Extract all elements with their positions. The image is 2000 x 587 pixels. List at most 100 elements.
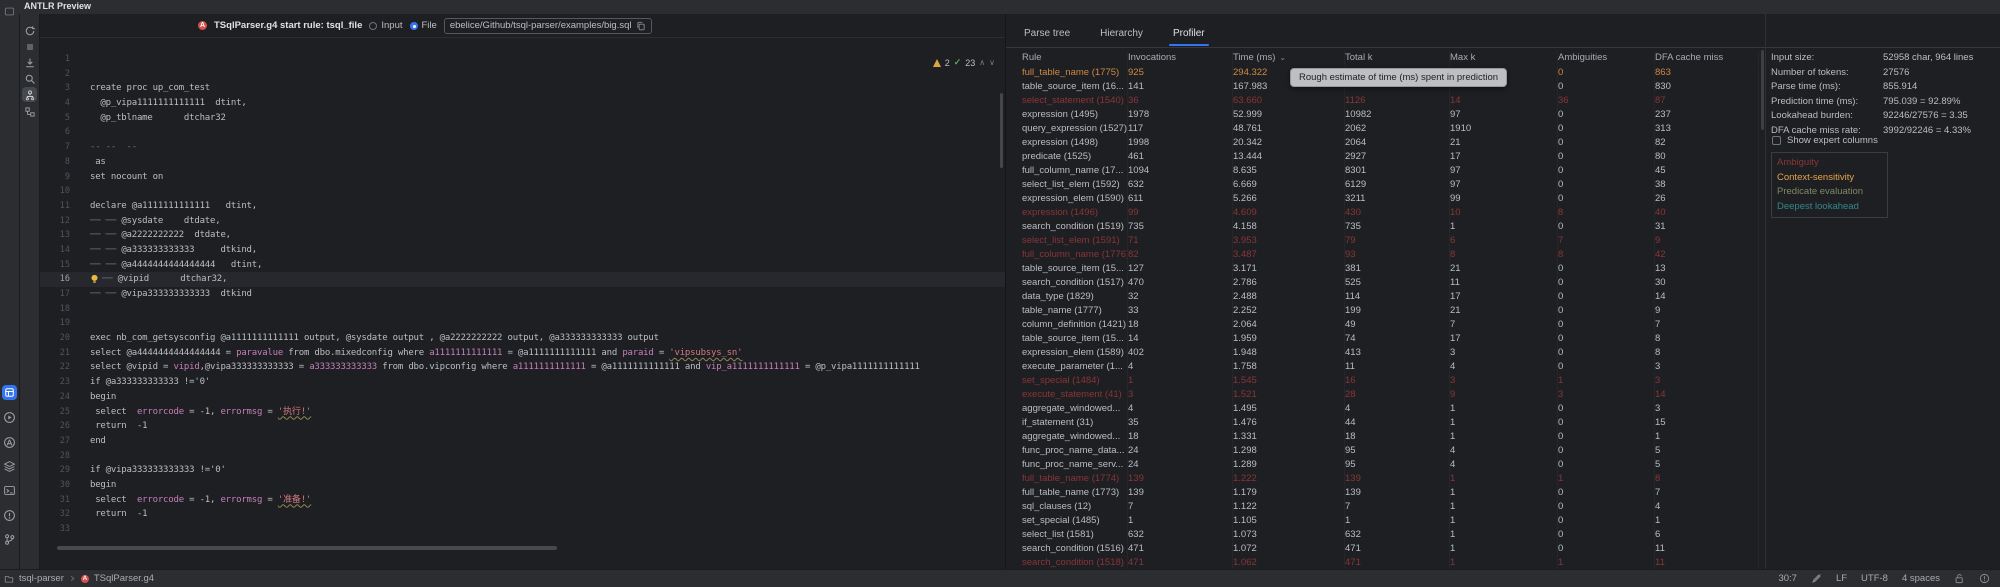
profiler-pane: Parse tree Hierarchy Profiler RuleInvocati… [1006,14,1765,570]
profiler-row[interactable]: select_list_elem (1591)713.95379679 [1006,234,1759,248]
profiler-row[interactable]: expression (1495)197852.99910982970237 [1006,108,1759,122]
profiler-row[interactable]: expression_elem (1590)6115.266321199026 [1006,192,1759,206]
profiler-row[interactable]: column_definition (1421)182.06449707 [1006,318,1759,332]
line-ending[interactable]: LF [1836,573,1847,584]
profiler-row[interactable]: sql_clauses (12)71.1227104 [1006,500,1759,514]
profiler-row[interactable]: search_condition (1517)4702.78652511030 [1006,276,1759,290]
profiler-row[interactable]: search_condition (1519)7354.1587351031 [1006,220,1759,234]
file-radio[interactable]: File [410,20,437,31]
notifications-icon[interactable] [1979,573,1990,584]
column-header-time-ms-[interactable]: Time (ms)⌄ [1233,51,1345,65]
metric-row: Parse time (ms):855.914 [1771,80,1998,95]
hierarchy-icon[interactable] [22,87,37,102]
antlr-tool-icon[interactable] [2,435,17,450]
line-number: 20 [40,331,70,346]
antlr-preview-tool-icon[interactable] [2,385,17,400]
terminal-icon[interactable] [2,483,17,498]
stop-icon[interactable] [22,39,37,54]
column-header-invocations[interactable]: Invocations [1128,51,1233,65]
refresh-icon[interactable] [22,23,37,38]
profiler-row[interactable]: aggregate_windowed...181.33118101 [1006,430,1759,444]
line-text: if @a333333333333 !='0' [70,375,210,390]
profiler-row[interactable]: execute_statement (41)31.521289314 [1006,388,1759,402]
profiler-row[interactable]: set_special (1485)11.1051101 [1006,514,1759,528]
panel-title-bar: ANTLR Preview [0,0,2000,15]
code-line: 24begin [40,390,1005,405]
profiler-row[interactable]: data_type (1829)322.48811417014 [1006,290,1759,304]
profiler-row[interactable]: if_statement (31)351.476441015 [1006,416,1759,430]
breadcrumb-project[interactable]: tsql-parser [19,573,64,584]
code-line: 29if @vipa333333333333 !='0' [40,463,1005,478]
line-text: if @vipa333333333333 !='0' [70,463,226,478]
code-line: 11declare @a1111111111111 dtint, [40,199,1005,214]
tab-hierarchy[interactable]: Hierarchy [1098,20,1145,46]
project-folder-icon [4,574,14,584]
profiler-row[interactable]: select_list_elem (1592)6326.669612997038 [1006,178,1759,192]
column-header-rule[interactable]: Rule [1022,51,1128,65]
lock-icon[interactable] [1954,573,1965,584]
read-only-icon[interactable] [1811,573,1822,584]
input-radio[interactable]: Input [369,20,402,31]
legend-item: Deepest lookahead [1777,200,1882,215]
profiler-row[interactable]: predicate (1525)46113.444292717080 [1006,150,1759,164]
profiler-row[interactable]: full_table_name (1773)1391.179139107 [1006,486,1759,500]
profiler-row[interactable]: expression (1496)994.60943010840 [1006,206,1759,220]
search-icon[interactable] [22,71,37,86]
profiler-row[interactable]: search_condition (1518)4711.0624711111 [1006,556,1759,570]
profiler-row[interactable]: execute_parameter (1...41.75811403 [1006,360,1759,374]
next-issue-icon[interactable]: ∨ [989,58,995,67]
table-scrollbar[interactable] [1761,50,1764,130]
profiler-row[interactable]: set_special (1484)11.54516313 [1006,374,1759,388]
prev-issue-icon[interactable]: ∧ [979,58,985,67]
horizontal-scrollbar[interactable] [57,546,557,550]
code-line: 4 @p_vipa1111111111111 dtint, [40,96,1005,111]
profiler-row[interactable]: select_list (1581)6321.073632106 [1006,528,1759,542]
inspection-widget[interactable]: 2 ✓ 23 ∧ ∨ [933,57,995,68]
scroll-to-source-icon[interactable] [22,55,37,70]
project-icon[interactable] [2,4,17,19]
profiler-row[interactable]: search_condition (1516)4711.0724711011 [1006,542,1759,556]
profiler-row[interactable]: aggregate_windowed...41.4954103 [1006,402,1759,416]
profiler-row[interactable]: func_proc_name_data...241.29895405 [1006,444,1759,458]
column-header-max-k[interactable]: Max k [1450,51,1558,65]
profiler-row[interactable]: expression (1498)199820.342206421082 [1006,136,1759,150]
profiler-row[interactable]: table_source_item (15...1273.17138121013 [1006,262,1759,276]
profiler-row[interactable]: table_name (1777)332.2521992109 [1006,304,1759,318]
code-line: 30begin [40,478,1005,493]
caret-position[interactable]: 30:7 [1778,573,1797,584]
tab-profiler[interactable]: Profiler [1171,20,1207,46]
profiler-row[interactable]: table_source_item (15...141.959741708 [1006,332,1759,346]
code-line: 1 [40,52,1005,67]
profiler-row[interactable]: select_statement (1540)3663.660112614368… [1006,94,1759,108]
indent-setting[interactable]: 4 spaces [1902,573,1940,584]
file-path-field[interactable]: ebelice/Github/tsql-parser/examples/big.… [444,18,653,34]
line-text: begin [70,478,116,493]
column-header-dfa-cache-miss[interactable]: DFA cache miss [1655,51,1759,65]
breadcrumb-file[interactable]: TSqlParser.g4 [94,573,154,584]
file-encoding[interactable]: UTF-8 [1861,573,1888,584]
profiler-row[interactable]: full_column_name (17...10948.63583019704… [1006,164,1759,178]
sort-arrow-icon: ⌄ [1279,53,1286,62]
profiler-row[interactable]: func_proc_name_serv...241.28995405 [1006,458,1759,472]
line-number: 10 [40,184,70,199]
profiler-row[interactable]: full_table_name (1774)1391.222139118 [1006,472,1759,486]
problems-icon[interactable] [2,508,17,523]
column-header-ambiguities[interactable]: Ambiguities [1558,51,1655,65]
show-expert-columns-checkbox[interactable]: Show expert columns [1772,135,1878,146]
git-branch-icon[interactable] [2,532,17,547]
vertical-scrollbar[interactable] [1000,93,1003,168]
code-editor[interactable]: 123create proc up_com_test4 @p_vipa11111… [40,37,1005,570]
run-icon[interactable] [2,410,17,425]
column-header-total-k[interactable]: Total k [1345,51,1450,65]
checkbox-label: Show expert columns [1787,135,1878,146]
structure-icon[interactable] [22,104,37,119]
profiler-row[interactable]: full_column_name (1776)823.487938842 [1006,248,1759,262]
code-line: 27end [40,434,1005,449]
services-icon[interactable] [2,459,17,474]
editor-pane[interactable]: A TSqlParser.g4 start rule: tsql_file In… [40,14,1005,570]
profiler-row[interactable]: expression_elem (1589)4021.948413308 [1006,346,1759,360]
tab-parse-tree[interactable]: Parse tree [1022,20,1072,46]
profiler-row[interactable]: query_expression (1527)11748.76120621910… [1006,122,1759,136]
copy-icon[interactable] [636,21,646,31]
code-line: 10 [40,184,1005,199]
